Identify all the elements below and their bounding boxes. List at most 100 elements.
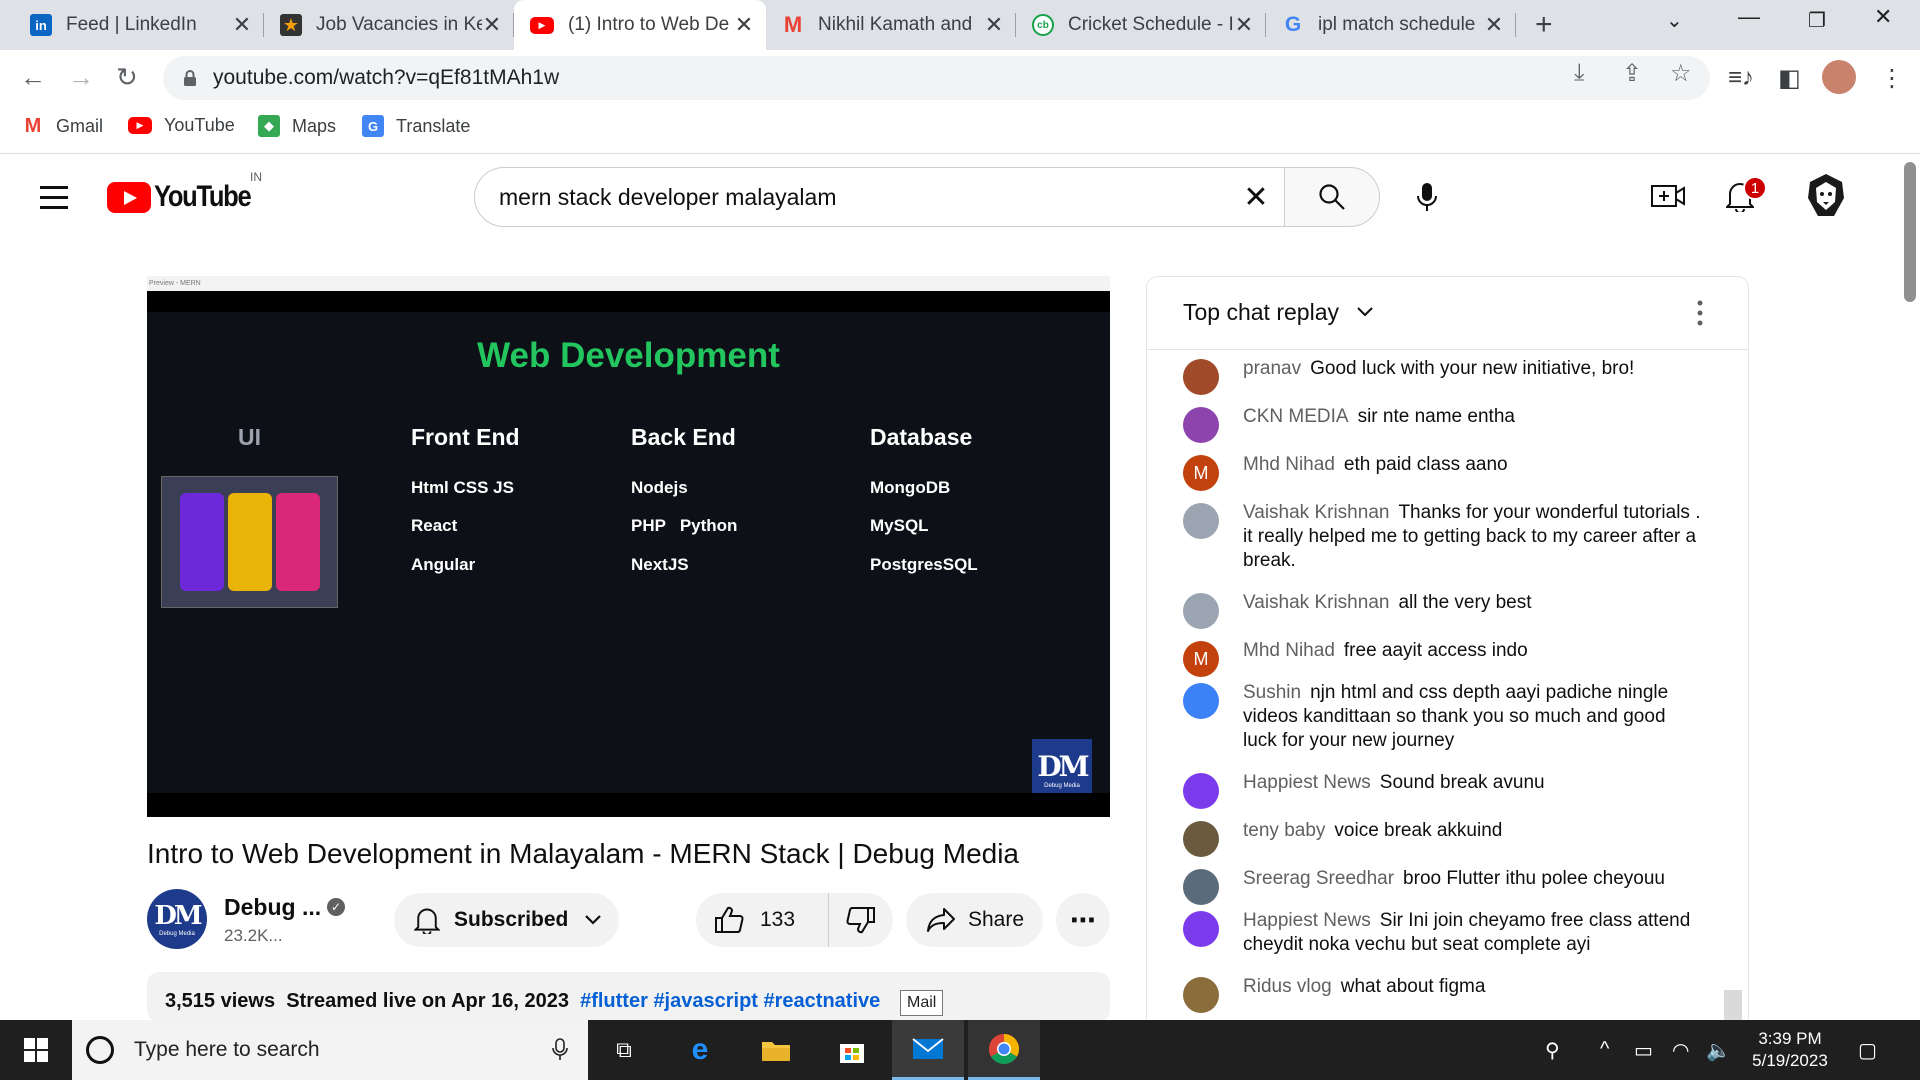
share-icon[interactable]: ⇪ (1622, 59, 1642, 88)
like-button[interactable]: 133 (696, 893, 829, 947)
chat-author[interactable]: Happiest News (1243, 910, 1371, 931)
menu-icon[interactable] (40, 186, 68, 216)
close-icon[interactable]: ✕ (734, 12, 754, 38)
slide-item: React (411, 516, 458, 535)
tab-linkedin[interactable]: in Feed | LinkedIn ✕ (14, 0, 264, 50)
chat-more-icon[interactable] (1697, 299, 1703, 327)
chat-avatar[interactable] (1183, 359, 1219, 395)
close-icon[interactable]: ✕ (1234, 12, 1254, 38)
channel-avatar[interactable]: DM Debug Media (147, 889, 207, 949)
tab-search-chevron-icon[interactable]: ⌄ (1666, 8, 1683, 33)
page-scrollbar[interactable] (1900, 154, 1920, 1020)
chat-avatar[interactable] (1183, 821, 1219, 857)
hashtag-link[interactable]: #flutter (580, 990, 648, 1012)
chat-avatar[interactable] (1183, 911, 1219, 947)
video-player[interactable]: Preview - MERN Web Development UI Front … (147, 276, 1110, 817)
chat-author[interactable]: pranav (1243, 358, 1301, 379)
wifi-icon[interactable]: ◠ (1672, 1038, 1689, 1063)
reload-icon[interactable]: ↻ (116, 62, 138, 93)
chat-author[interactable]: CKN MEDIA (1243, 406, 1349, 427)
share-button[interactable]: Share (906, 893, 1043, 947)
create-video-icon[interactable] (1646, 174, 1690, 218)
bookmark-star-icon[interactable]: ☆ (1670, 59, 1692, 88)
bookmark-maps[interactable]: ◆ Maps (258, 115, 336, 137)
chat-avatar[interactable] (1183, 869, 1219, 905)
edge-browser-icon[interactable]: e (664, 1020, 736, 1080)
chat-avatar[interactable]: M (1183, 641, 1219, 677)
close-icon[interactable]: ✕ (232, 12, 252, 38)
chat-avatar[interactable] (1183, 977, 1219, 1013)
chat-author[interactable]: Sushin (1243, 682, 1301, 703)
side-panel-icon[interactable]: ◧ (1778, 64, 1801, 93)
chat-mode-label[interactable]: Top chat replay (1183, 299, 1339, 326)
back-icon[interactable]: ← (20, 62, 46, 93)
more-actions-icon[interactable]: ⋯ (1056, 893, 1110, 947)
tab-gmail[interactable]: M Nikhil Kamath and ✕ (766, 0, 1016, 50)
task-view-icon[interactable]: ⧉ (588, 1020, 660, 1080)
chrome-menu-icon[interactable]: ⋮ (1880, 64, 1904, 93)
taskbar-search-input[interactable]: Type here to search (72, 1020, 588, 1080)
windows-start-icon[interactable] (0, 1020, 72, 1080)
tab-cricket-schedule[interactable]: cb Cricket Schedule - I ✕ (1016, 0, 1266, 50)
chat-avatar[interactable] (1183, 683, 1219, 719)
profile-avatar[interactable] (1822, 60, 1856, 94)
youtube-logo[interactable]: YouTube IN (107, 170, 267, 214)
subscribed-button[interactable]: Subscribed (394, 893, 619, 947)
scrollbar-thumb[interactable] (1904, 162, 1916, 302)
chat-author[interactable]: Mhd Nihad (1243, 454, 1335, 475)
clear-search-icon[interactable]: ✕ (1228, 180, 1284, 215)
chat-avatar[interactable] (1183, 407, 1219, 443)
account-avatar[interactable] (1806, 172, 1846, 218)
install-app-icon[interactable]: ⤓ (1574, 59, 1585, 87)
chat-author[interactable]: Ridus vlog (1243, 976, 1332, 997)
dislike-button[interactable] (829, 893, 893, 947)
search-input[interactable]: mern stack developer malayalam ✕ (474, 167, 1285, 227)
bookmark-gmail[interactable]: M Gmail (22, 115, 103, 137)
tab-job-vacancies[interactable]: ★ Job Vacancies in Ke ✕ (264, 0, 514, 50)
close-icon[interactable]: ✕ (1484, 12, 1504, 38)
file-explorer-icon[interactable] (740, 1020, 812, 1080)
tab-youtube-active[interactable]: ▶ (1) Intro to Web De ✕ (514, 0, 766, 50)
chat-avatar[interactable] (1183, 503, 1219, 539)
chat-avatar[interactable] (1183, 593, 1219, 629)
address-bar[interactable]: youtube.com/watch?v=qEf81tMAh1w (163, 56, 1710, 100)
people-icon[interactable]: ⚲ (1545, 1038, 1560, 1063)
close-icon[interactable]: ✕ (984, 12, 1004, 38)
chat-avatar[interactable] (1183, 773, 1219, 809)
chat-author[interactable]: Sreerag Sreedhar (1243, 868, 1394, 889)
close-icon[interactable]: ✕ (482, 12, 502, 38)
chat-author[interactable]: Happiest News (1243, 772, 1371, 793)
new-tab-icon[interactable]: + (1535, 8, 1553, 42)
chat-author[interactable]: teny baby (1243, 820, 1325, 841)
chevron-down-icon[interactable] (1355, 301, 1375, 321)
tab-google-search[interactable]: G ipl match schedule ✕ (1266, 0, 1516, 50)
voice-search-button[interactable] (1402, 172, 1452, 222)
channel-name[interactable]: Debug ... (224, 894, 321, 921)
restore-icon[interactable]: ❐ (1808, 8, 1826, 33)
mail-app-icon[interactable] (892, 1020, 964, 1080)
chat-avatar[interactable]: M (1183, 455, 1219, 491)
media-control-icon[interactable]: ≡♪ (1728, 64, 1754, 92)
chat-author[interactable]: Mhd Nihad (1243, 640, 1335, 661)
gmail-icon: M (24, 114, 42, 137)
show-hidden-icons-chevron[interactable]: ^ (1600, 1038, 1609, 1061)
system-clock[interactable]: 3:39 PM 5/19/2023 (1740, 1028, 1840, 1072)
bookmark-translate[interactable]: G Translate (362, 115, 470, 137)
chrome-app-icon[interactable] (968, 1020, 1040, 1080)
notification-center-icon[interactable]: ▢ (1858, 1038, 1877, 1063)
microphone-icon[interactable] (552, 1038, 568, 1062)
volume-icon[interactable]: 🔈 (1706, 1038, 1731, 1063)
chat-message: Sreerag Sreedhar broo Flutter ithu polee … (1183, 867, 1703, 905)
chat-author[interactable]: Vaishak Krishnan (1243, 592, 1389, 613)
hashtag-link[interactable]: #javascript (653, 990, 758, 1012)
bookmark-youtube[interactable]: ▶ YouTube (128, 115, 235, 136)
chat-author[interactable]: Vaishak Krishnan (1243, 502, 1389, 523)
forward-icon[interactable]: → (68, 62, 94, 93)
microsoft-store-icon[interactable] (816, 1020, 888, 1080)
minimize-icon[interactable]: — (1738, 4, 1760, 30)
hashtag-link[interactable]: #reactnative (764, 990, 881, 1012)
window-close-icon[interactable]: ✕ (1874, 4, 1892, 30)
search-button[interactable] (1284, 167, 1380, 227)
battery-icon[interactable]: ▭ (1634, 1038, 1653, 1063)
description-box[interactable]: 3,515 views Streamed live on Apr 16, 202… (147, 972, 1110, 1022)
